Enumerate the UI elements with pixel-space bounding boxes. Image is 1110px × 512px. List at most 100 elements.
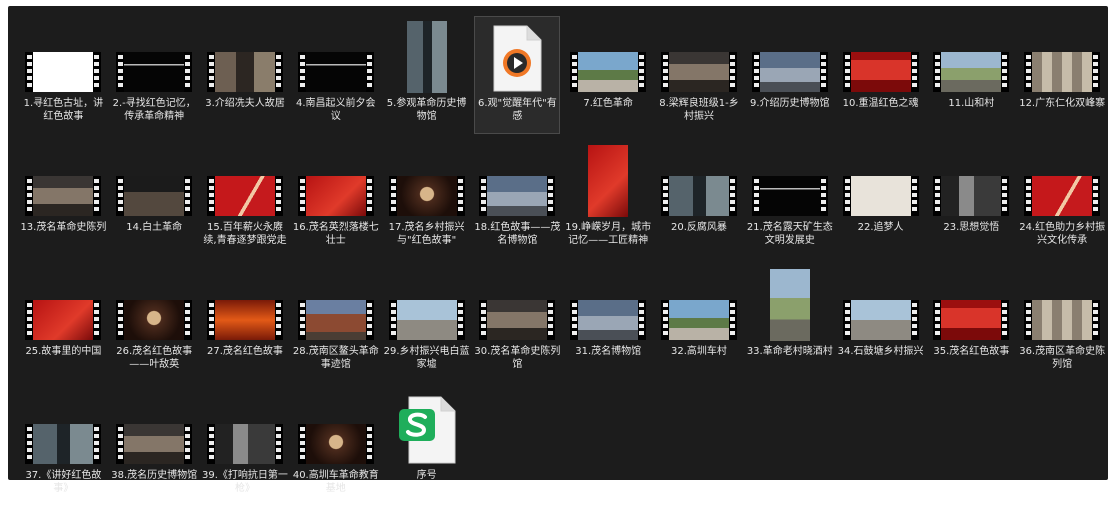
video-frame [124, 176, 185, 216]
file-item[interactable]: 26.茂名红色故事——叶敌英 [111, 264, 197, 382]
file-name-label: 1.寻红色古址，讲红色故事 [23, 98, 104, 122]
file-name-label: 24.红色助力乡村振兴文化传承 [1019, 222, 1106, 246]
file-thumbnail [566, 17, 650, 93]
file-item[interactable]: 4.南昌起义前夕会议 [293, 16, 379, 134]
video-thumbnail-filmstrip [842, 52, 919, 92]
video-frame [396, 176, 457, 216]
file-item[interactable]: 30.茂名革命史陈列馆 [474, 264, 560, 382]
file-item[interactable]: 12.广东仁化双峰寨 [1019, 16, 1105, 134]
file-item[interactable]: 36.茂南区革命史陈列馆 [1019, 264, 1105, 382]
video-thumbnail-filmstrip [660, 176, 737, 216]
file-item[interactable]: 38.茂名历史博物馆 [111, 388, 197, 506]
file-thumbnail [21, 265, 105, 341]
file-item[interactable]: 35.茂名红色故事 [928, 264, 1014, 382]
file-item[interactable]: 18.红色故事——茂名博物馆 [474, 140, 560, 258]
video-thumbnail-filmstrip [1024, 176, 1101, 216]
file-item[interactable]: 28.茂南区鳌头革命事迹馆 [293, 264, 379, 382]
file-name-label: 39.《打响抗日第一枪》 [202, 470, 288, 494]
file-name-label: 13.茂名革命史陈列 [20, 222, 107, 233]
video-thumbnail-filmstrip [570, 52, 647, 92]
video-thumbnail-filmstrip [297, 52, 374, 92]
file-item[interactable]: 14.白土革命 [111, 140, 197, 258]
file-item[interactable]: 34.石鼓塘乡村振兴 [838, 264, 924, 382]
file-name-label: 7.红色革命 [583, 98, 633, 109]
video-thumbnail-portrait [588, 145, 629, 217]
file-item[interactable]: 25.故事里的中国 [20, 264, 106, 382]
file-item[interactable]: 29.乡村振兴电白蓝家墟 [384, 264, 470, 382]
file-thumbnail [566, 141, 650, 217]
file-item[interactable]: 7.红色革命 [565, 16, 651, 134]
video-thumbnail-filmstrip [388, 176, 465, 216]
video-frame [124, 300, 185, 340]
video-thumbnail-filmstrip [25, 176, 102, 216]
file-thumbnail [475, 265, 559, 341]
file-name-label: 30.茂名革命史陈列馆 [474, 346, 561, 370]
video-frame [668, 52, 729, 92]
file-item[interactable]: 20.反腐风暴 [656, 140, 742, 258]
file-name-label: 3.介绍冼夫人故居 [205, 98, 285, 109]
file-item[interactable]: 13.茂名革命史陈列 [20, 140, 106, 258]
video-frame [941, 176, 1002, 216]
file-item[interactable]: 10.重温红色之魂 [838, 16, 924, 134]
file-item[interactable]: 11.山和村 [928, 16, 1014, 134]
file-name-label: 29.乡村振兴电白蓝家墟 [383, 346, 470, 370]
video-thumbnail-filmstrip [206, 300, 283, 340]
file-item[interactable]: 19.峥嵘岁月，城市记忆——工匠精神 [565, 140, 651, 258]
video-thumbnail-filmstrip [570, 300, 647, 340]
file-browser-panel: 1.寻红色古址，讲红色故事 2.-寻找红色记忆，传承革命精神 3.介绍冼夫人故居 4.… [8, 6, 1108, 494]
file-thumbnail [385, 17, 469, 93]
video-thumbnail-filmstrip [479, 300, 556, 340]
file-name-label: 5.参观革命历史博物馆 [386, 98, 467, 122]
file-name-label: 18.红色故事——茂名博物馆 [474, 222, 561, 246]
file-thumbnail [748, 265, 832, 341]
file-name-label: 36.茂南区革命史陈列馆 [1019, 346, 1106, 370]
video-frame [1032, 52, 1093, 92]
file-item[interactable]: 23.思想觉悟 [928, 140, 1014, 258]
file-item[interactable]: 1.寻红色古址，讲红色故事 [20, 16, 106, 134]
file-item[interactable]: 39.《打响抗日第一枪》 [202, 388, 288, 506]
file-grid: 1.寻红色古址，讲红色故事 2.-寻找红色记忆，传承革命精神 3.介绍冼夫人故居 4.… [18, 16, 1108, 512]
video-frame [33, 300, 94, 340]
file-item[interactable]: 27.茂名红色故事 [202, 264, 288, 382]
video-thumbnail-filmstrip [842, 176, 919, 216]
file-thumbnail [475, 141, 559, 217]
file-item[interactable]: 21.茂名露天矿生态文明发展史 [747, 140, 833, 258]
file-item[interactable]: 32.高圳车村 [656, 264, 742, 382]
file-item[interactable]: 2.-寻找红色记忆，传承革命精神 [111, 16, 197, 134]
video-frame [214, 52, 275, 92]
video-frame [850, 300, 911, 340]
file-item[interactable]: 24.红色助力乡村振兴文化传承 [1019, 140, 1105, 258]
video-frame [124, 424, 185, 464]
video-frame [487, 300, 548, 340]
file-item[interactable]: 8.梁辉良班级1-乡村振兴 [656, 16, 742, 134]
file-item[interactable]: 22.追梦人 [838, 140, 924, 258]
video-frame [588, 145, 629, 217]
file-item[interactable]: 37.《讲好红色故事》 [20, 388, 106, 506]
video-frame [396, 300, 457, 340]
file-thumbnail [1020, 265, 1104, 341]
file-thumbnail [657, 265, 741, 341]
video-thumbnail-filmstrip [206, 52, 283, 92]
video-frame [1032, 176, 1093, 216]
file-item[interactable]: 6.观"觉醒年代"有感 [474, 16, 561, 134]
file-item[interactable]: 33.革命老村晓酒村 [747, 264, 833, 382]
file-name-label: 38.茂名历史博物馆 [111, 470, 198, 481]
file-item[interactable]: 9.介绍历史博物馆 [747, 16, 833, 134]
file-item[interactable]: 40.高圳车革命教育基地 [293, 388, 379, 506]
video-frame [668, 176, 729, 216]
file-item[interactable]: 5.参观革命历史博物馆 [384, 16, 470, 134]
file-item[interactable]: 16.茂名英烈落楼七壮士 [293, 140, 379, 258]
video-frame [124, 52, 185, 92]
file-item[interactable]: 15.百年薪火永赓续,青春逐梦跟党走 [202, 140, 288, 258]
video-thumbnail-filmstrip [933, 52, 1010, 92]
file-thumbnail [385, 389, 469, 465]
file-item[interactable]: 31.茂名博物馆 [565, 264, 651, 382]
file-item[interactable]: 序号 [384, 388, 470, 506]
video-thumbnail-filmstrip [479, 176, 556, 216]
file-item[interactable]: 17.茂名乡村振兴与"红色故事" [384, 140, 470, 258]
file-thumbnail [112, 17, 196, 93]
file-item[interactable]: 3.介绍冼夫人故居 [202, 16, 288, 134]
video-thumbnail-filmstrip [751, 52, 828, 92]
video-thumbnail-portrait [769, 269, 810, 341]
file-name-label: 15.百年薪火永赓续,青春逐梦跟党走 [203, 222, 287, 246]
